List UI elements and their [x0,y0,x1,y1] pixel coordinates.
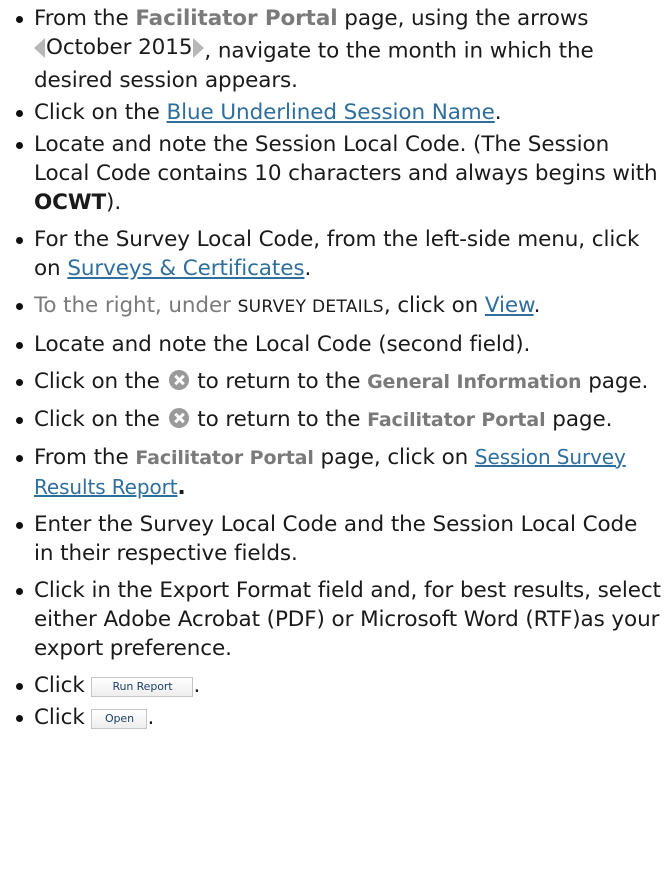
survey-local-code-label: Survey Local Code [139,511,338,537]
run-report-button[interactable]: Run Report [91,676,194,697]
step-2: Click on the Blue Underlined Session Nam… [8,98,662,127]
open-button[interactable]: Open [91,708,148,729]
steps-list: From the Facilitator Portal page, using … [8,4,662,732]
step-10: Enter the Survey Local Code and the Sess… [8,510,662,568]
step-11: Click in the Export Format field and, fo… [8,576,662,663]
general-information-label: General Information [367,370,582,393]
month-navigator: October 2015 [34,33,205,62]
session-name-link[interactable]: Blue Underlined Session Name [167,100,495,125]
facilitator-portal-label: Facilitator Portal [135,6,338,31]
step-7: Click on the to return to the General In… [8,367,662,397]
view-link[interactable]: View [485,293,534,318]
step-3: Locate and note the Session Local Code. … [8,130,662,217]
survey-details-label: SURVEY DETAILS [237,296,384,317]
step-6: Locate and note the Local Code (second f… [8,330,662,359]
facilitator-portal-label: Facilitator Portal [367,408,546,431]
step-13: Click Open. [8,703,662,732]
step-12: Click Run Report. [8,671,662,700]
month-label: October 2015 [46,35,193,60]
facilitator-portal-label: Facilitator Portal [135,446,314,469]
session-local-code-label: Session Local Code [254,131,460,157]
step-5: To the right, under SURVEY DETAILS, clic… [8,291,662,322]
instructions-document: From the Facilitator Portal page, using … [0,0,670,732]
ocwt-prefix: OCWT [34,189,107,215]
surveys-certificates-link[interactable]: Surveys & Certificates [67,256,304,281]
session-local-code-label: Session Local Code [432,511,638,537]
step-8: Click on the to return to the Facilitato… [8,405,662,435]
step-9: From the Facilitator Portal page, click … [8,443,662,502]
close-circle-icon[interactable] [168,369,189,390]
arrow-left-icon[interactable] [34,37,45,58]
arrow-right-icon[interactable] [193,37,205,58]
step-4: For the Survey Local Code, from the left… [8,225,662,283]
local-code-label: Local Code [254,331,372,357]
close-circle-icon[interactable] [168,407,189,428]
step-1: From the Facilitator Portal page, using … [8,4,662,95]
